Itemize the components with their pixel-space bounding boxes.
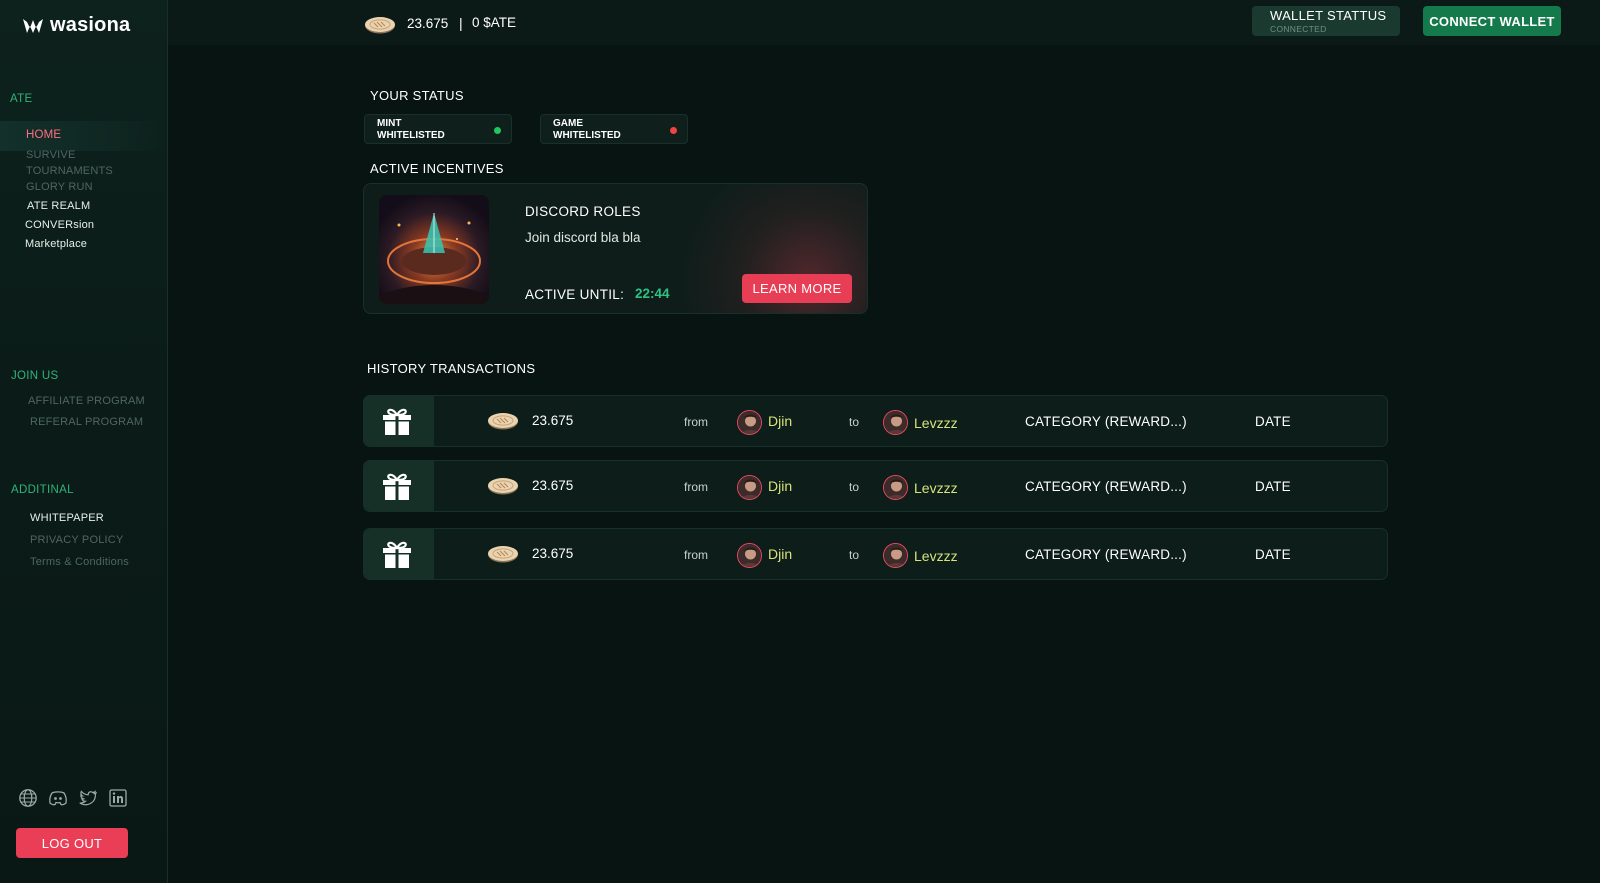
section-label-ate: ATE: [10, 93, 33, 105]
sidebar-item-referal-program[interactable]: REFERAL PROGRAM: [30, 416, 143, 428]
connect-wallet-button[interactable]: CONNECT WALLET: [1423, 6, 1561, 36]
coin-balance: 23.675: [407, 16, 449, 31]
transaction-to-user[interactable]: Levzzz: [914, 480, 958, 496]
transaction-date: DATE: [1255, 547, 1291, 562]
incentive-title: DISCORD ROLES: [525, 204, 641, 219]
incentive-description: Join discord bla bla: [525, 230, 641, 245]
sidebar-item-ate-realm[interactable]: ATE REALM: [27, 200, 90, 212]
status-dot-red: [670, 127, 677, 134]
wallet-status-title: WALLET STATTUS: [1270, 8, 1387, 23]
section-label-additional: ADDITINAL: [11, 484, 74, 496]
balance-separator: |: [459, 15, 463, 31]
incentive-image: [379, 195, 489, 304]
incentive-card: DISCORD ROLES Join discord bla bla ACTIV…: [363, 183, 868, 314]
transaction-to-label: to: [849, 415, 860, 429]
transaction-category: CATEGORY (REWARD...): [1025, 414, 1187, 429]
history-transactions-title: HISTORY TRANSACTIONS: [367, 361, 536, 376]
transaction-to-user[interactable]: Levzzz: [914, 415, 958, 431]
transaction-amount: 23.675: [532, 413, 574, 428]
learn-more-button[interactable]: LEARN MORE: [742, 274, 852, 303]
sidebar-item-marketplace[interactable]: Marketplace: [25, 238, 87, 250]
avatar[interactable]: [737, 543, 762, 568]
transaction-date: DATE: [1255, 414, 1291, 429]
sidebar-item-conversion[interactable]: CONVERsion: [25, 219, 94, 231]
game-status-line2: WHITELISTED: [553, 130, 621, 141]
transaction-date: DATE: [1255, 479, 1291, 494]
active-incentives-title: ACTIVE INCENTIVES: [370, 161, 504, 176]
avatar[interactable]: [737, 410, 762, 435]
transaction-from-user[interactable]: Djin: [768, 478, 792, 494]
discord-icon[interactable]: [48, 788, 68, 808]
avatar[interactable]: [883, 475, 908, 500]
coin-icon: [364, 16, 396, 34]
coin-icon: [487, 545, 519, 563]
transaction-to-label: to: [849, 480, 860, 494]
gift-icon: [382, 473, 412, 502]
transaction-row[interactable]: 23.675 from Djin to Levzzz CATEGORY (REW…: [363, 395, 1388, 447]
transaction-category: CATEGORY (REWARD...): [1025, 547, 1187, 562]
twitter-icon[interactable]: [78, 788, 98, 808]
transaction-from-label: from: [684, 415, 708, 429]
transaction-row[interactable]: 23.675 from Djin to Levzzz CATEGORY (REW…: [363, 460, 1388, 512]
transaction-to-user[interactable]: Levzzz: [914, 548, 958, 564]
sidebar-item-glory-run[interactable]: GLORY RUN: [26, 181, 93, 193]
sidebar-item-affiliate-program[interactable]: AFFILIATE PROGRAM: [28, 395, 145, 407]
gift-icon: [382, 408, 412, 437]
incentive-until-label: ACTIVE UNTIL:: [525, 287, 625, 302]
transaction-from-label: from: [684, 548, 708, 562]
transaction-row[interactable]: 23.675 from Djin to Levzzz CATEGORY (REW…: [363, 528, 1388, 580]
transaction-from-label: from: [684, 480, 708, 494]
transaction-to-label: to: [849, 548, 860, 562]
transaction-amount: 23.675: [532, 478, 574, 493]
mint-status-line2: WHITELISTED: [377, 130, 445, 141]
game-status-pill: GAME WHITELISTED: [540, 114, 688, 144]
incentive-until-value: 22:44: [635, 286, 670, 301]
social-links: [18, 788, 128, 808]
sidebar-item-survive[interactable]: SURVIVE: [26, 149, 76, 161]
sidebar-item-label: HOME: [26, 129, 62, 141]
game-status-line1: GAME: [553, 118, 583, 129]
sidebar-item-whitepaper[interactable]: WHITEPAPER: [30, 512, 104, 524]
mint-status-pill: MINT WHITELISTED: [364, 114, 512, 144]
wallet-status-subtitle: CONNECTED: [1270, 24, 1327, 34]
avatar[interactable]: [883, 410, 908, 435]
app-name: wasiona: [50, 14, 131, 36]
sidebar-item-privacy-policy[interactable]: PRIVACY POLICY: [30, 534, 123, 546]
sidebar-item-tournaments[interactable]: TOURNAMENTS: [26, 165, 113, 177]
app-logo[interactable]: wasiona: [22, 14, 130, 37]
gift-icon: [382, 541, 412, 570]
globe-icon[interactable]: [18, 788, 38, 808]
avatar[interactable]: [883, 543, 908, 568]
avatar[interactable]: [737, 475, 762, 500]
coin-icon: [487, 477, 519, 495]
wasiona-logo-icon: [23, 18, 43, 33]
ate-balance: 0 $ATE: [472, 15, 517, 30]
transaction-category: CATEGORY (REWARD...): [1025, 479, 1187, 494]
transaction-from-user[interactable]: Djin: [768, 413, 792, 429]
status-dot-green: [494, 127, 501, 134]
logout-button[interactable]: LOG OUT: [16, 828, 128, 858]
section-label-join-us: JOIN US: [11, 370, 59, 382]
linkedin-icon[interactable]: [108, 788, 128, 808]
sidebar: wasiona ATE HOME SURVIVE TOURNAMENTS GLO…: [0, 0, 168, 883]
transaction-from-user[interactable]: Djin: [768, 546, 792, 562]
wallet-status-badge: WALLET STATTUS CONNECTED: [1252, 6, 1400, 36]
sidebar-item-terms-conditions[interactable]: Terms & Conditions: [30, 556, 129, 568]
coin-icon: [487, 412, 519, 430]
your-status-title: YOUR STATUS: [370, 88, 464, 103]
transaction-amount: 23.675: [532, 546, 574, 561]
sidebar-item-home[interactable]: HOME: [0, 121, 168, 151]
mint-status-line1: MINT: [377, 118, 402, 129]
